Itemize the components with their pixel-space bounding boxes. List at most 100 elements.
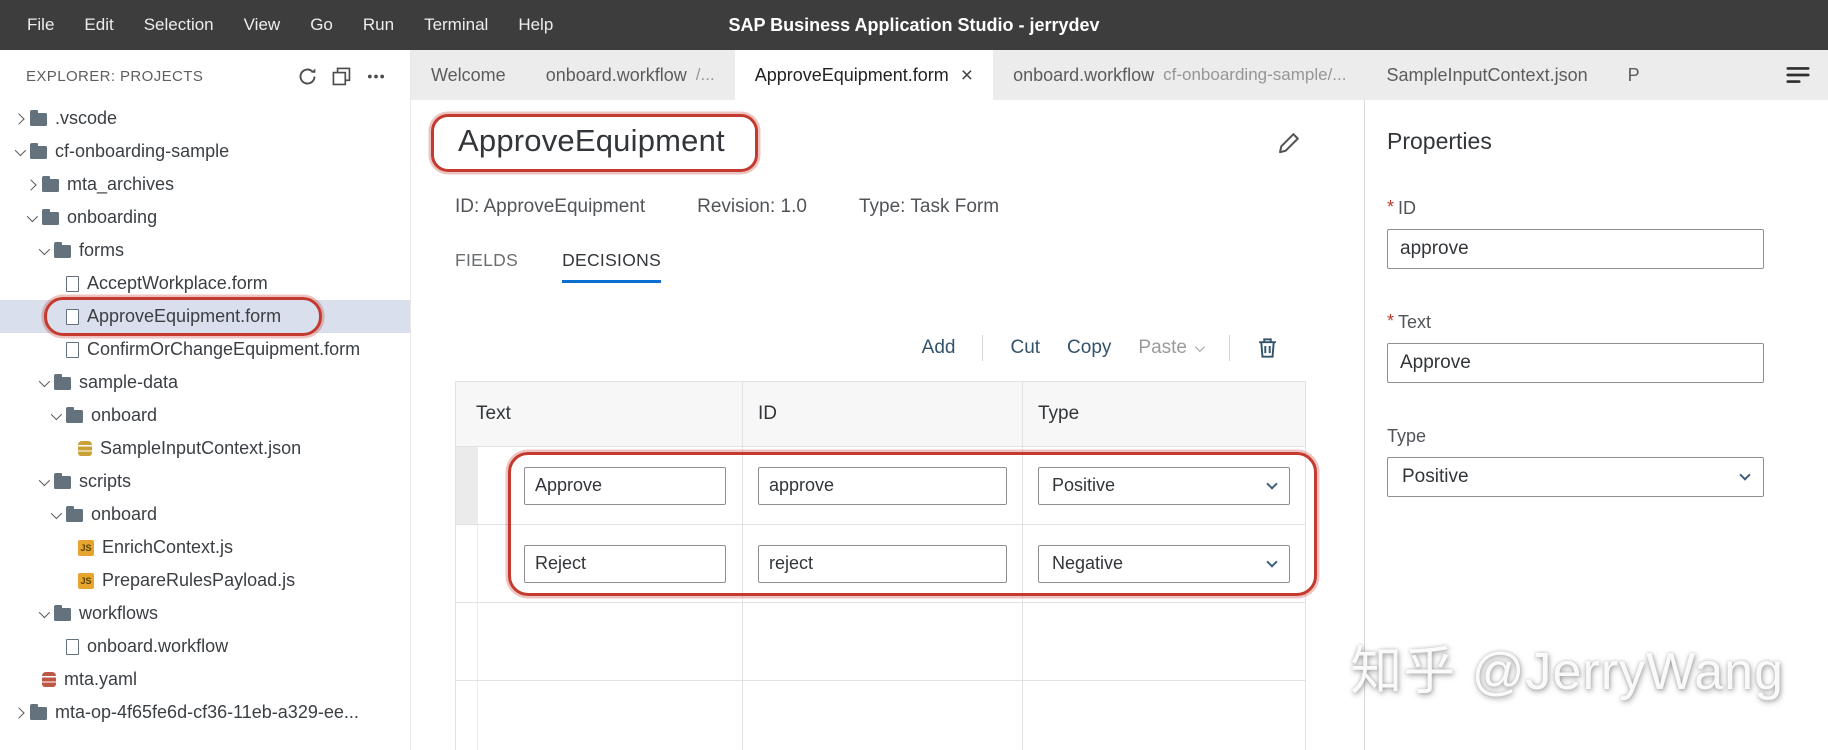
- cut-button[interactable]: Cut: [1010, 337, 1040, 359]
- id-input[interactable]: [1387, 229, 1764, 269]
- folder-icon: [30, 146, 47, 159]
- tab-p[interactable]: P: [1608, 50, 1660, 100]
- tree-item-vscode[interactable]: .vscode: [0, 102, 410, 135]
- delete-icon[interactable]: [1257, 337, 1278, 359]
- menu-terminal[interactable]: Terminal: [409, 0, 503, 50]
- row-selector[interactable]: [456, 525, 478, 602]
- tree-item-onboard-workflow[interactable]: onboard.workflow: [0, 630, 410, 663]
- type-select[interactable]: Positive: [1387, 457, 1764, 497]
- label-text: ID: [1398, 198, 1416, 219]
- add-button[interactable]: Add: [922, 337, 956, 359]
- tab-bar: Welcome onboard.workflow /... ApproveEquipm…: [411, 50, 1828, 100]
- tree-item-label: PrepareRulesPayload.js: [102, 570, 295, 591]
- tree-item-scripts[interactable]: scripts: [0, 465, 410, 498]
- tree-item-enrichcontext-js[interactable]: JSEnrichContext.js: [0, 531, 410, 564]
- tree-item-sampleinputcontext-json[interactable]: SampleInputContext.json: [0, 432, 410, 465]
- tree-item-onboard[interactable]: onboard: [0, 498, 410, 531]
- form-meta: ID: ApproveEquipment Revision: 1.0 Type:…: [455, 196, 1306, 218]
- chevron-down-icon[interactable]: [46, 412, 64, 420]
- collapse-folders-icon[interactable]: [332, 67, 351, 86]
- tree-item-workflows[interactable]: workflows: [0, 597, 410, 630]
- db-red-icon: [42, 672, 56, 687]
- folder-icon: [42, 179, 59, 192]
- type-select[interactable]: Negative: [1038, 545, 1290, 583]
- tab-onboard-workflow[interactable]: onboard.workflowcf-onboarding-sample/...: [993, 50, 1366, 100]
- properties-fields: *ID*TextTypePositive: [1387, 198, 1764, 497]
- id-input[interactable]: [758, 467, 1007, 505]
- tab-detail: /...: [696, 65, 715, 85]
- cell-type: Negative: [1022, 525, 1305, 602]
- chevron-right-icon[interactable]: [10, 709, 28, 717]
- paste-button[interactable]: Paste: [1138, 337, 1202, 359]
- editors-list-icon[interactable]: [1768, 50, 1828, 100]
- tab-welcome[interactable]: Welcome: [411, 50, 526, 100]
- row-selector[interactable]: [456, 603, 478, 680]
- tab-onboard-workflow[interactable]: onboard.workflow /...: [526, 50, 735, 100]
- refresh-icon[interactable]: [298, 67, 317, 86]
- tree-item-confirmorchangeequipment-form[interactable]: ConfirmOrChangeEquipment.form: [0, 333, 410, 366]
- menu-selection[interactable]: Selection: [129, 0, 229, 50]
- window-title: SAP Business Application Studio - jerryd…: [728, 15, 1099, 36]
- chevron-right-icon[interactable]: [22, 181, 40, 189]
- tab-fields[interactable]: FIELDS: [455, 250, 518, 283]
- tree-item-onboarding[interactable]: onboarding: [0, 201, 410, 234]
- chevron-down-icon[interactable]: [34, 478, 52, 486]
- tab-decisions[interactable]: DECISIONS: [562, 250, 661, 283]
- menu-run[interactable]: Run: [348, 0, 409, 50]
- tree-item-label: ConfirmOrChangeEquipment.form: [87, 339, 360, 360]
- close-icon[interactable]: ×: [961, 65, 973, 86]
- tree-item-approveequipment-form[interactable]: ApproveEquipment.form: [0, 300, 410, 333]
- row-selector[interactable]: [456, 447, 478, 524]
- folder-icon: [42, 212, 59, 225]
- field-label: Type: [1387, 426, 1764, 447]
- menu-go[interactable]: Go: [295, 0, 348, 50]
- menu-edit[interactable]: Edit: [69, 0, 128, 50]
- tree-item-acceptworkplace-form[interactable]: AcceptWorkplace.form: [0, 267, 410, 300]
- text-input[interactable]: [524, 545, 726, 583]
- chevron-down-icon[interactable]: [34, 247, 52, 255]
- required-asterisk: *: [1387, 197, 1394, 218]
- chevron-down-icon[interactable]: [10, 148, 28, 156]
- tree-item-label: cf-onboarding-sample: [55, 141, 229, 162]
- menu-view[interactable]: View: [229, 0, 296, 50]
- tree-item-mta-yaml[interactable]: mta.yaml: [0, 663, 410, 696]
- menu-help[interactable]: Help: [503, 0, 568, 50]
- more-actions-icon[interactable]: [366, 67, 386, 86]
- chevron-down-icon[interactable]: [34, 610, 52, 618]
- tree-item-mta-archives[interactable]: mta_archives: [0, 168, 410, 201]
- tree-item-forms[interactable]: forms: [0, 234, 410, 267]
- text-input[interactable]: [1387, 343, 1764, 383]
- chevron-down-icon[interactable]: [34, 379, 52, 387]
- tab-label: onboard.workflow: [546, 65, 687, 86]
- tree-item-sample-data[interactable]: sample-data: [0, 366, 410, 399]
- chevron-down-icon[interactable]: [22, 214, 40, 222]
- tree-item-preparerulespayload-js[interactable]: JSPrepareRulesPayload.js: [0, 564, 410, 597]
- tree-item-label: .vscode: [55, 108, 117, 129]
- edit-icon[interactable]: [1278, 132, 1300, 154]
- tree-item-mta-op-4f65fe6d-cf36-11eb-a329-ee[interactable]: mta-op-4f65fe6d-cf36-11eb-a329-ee...: [0, 696, 410, 729]
- menu-file[interactable]: File: [12, 0, 69, 50]
- id-input[interactable]: [758, 545, 1007, 583]
- table-row: [456, 681, 1305, 750]
- tab-label: P: [1628, 65, 1640, 86]
- chevron-down-icon[interactable]: [46, 511, 64, 519]
- type-select-value: Negative: [1052, 553, 1123, 574]
- explorer-title: EXPLORER: PROJECTS: [26, 68, 203, 85]
- tab-sampleinputcontext-json[interactable]: SampleInputContext.json: [1366, 50, 1607, 100]
- text-input[interactable]: [524, 467, 726, 505]
- tree-item-label: workflows: [79, 603, 158, 624]
- chevron-down-icon: [1266, 556, 1277, 567]
- cell-type: [1022, 603, 1305, 680]
- row-selector[interactable]: [456, 681, 478, 750]
- tree-item-label: sample-data: [79, 372, 178, 393]
- chevron-right-icon[interactable]: [10, 115, 28, 123]
- tree-item-onboard[interactable]: onboard: [0, 399, 410, 432]
- type-select[interactable]: Positive: [1038, 467, 1290, 505]
- copy-button[interactable]: Copy: [1067, 337, 1111, 359]
- folder-icon: [30, 707, 47, 720]
- tree-item-cf-onboarding-sample[interactable]: cf-onboarding-sample: [0, 135, 410, 168]
- column-header-text: Text: [456, 382, 742, 446]
- table-row: [456, 603, 1305, 681]
- column-header-id: ID: [742, 382, 1022, 446]
- tab-approveequipment-form[interactable]: ApproveEquipment.form×: [735, 50, 993, 100]
